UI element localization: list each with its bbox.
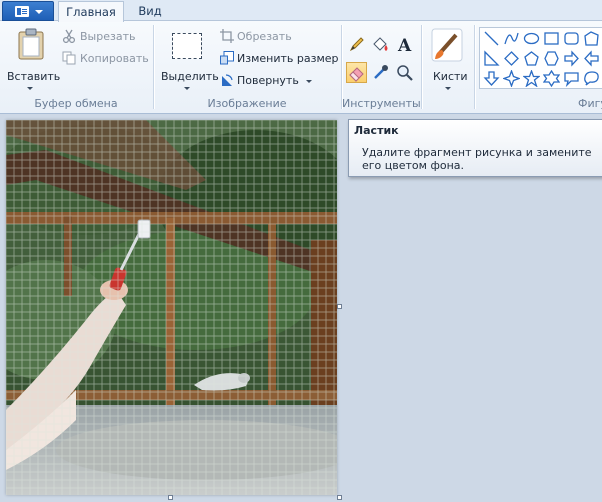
clipboard-group-label: Буфер обмена <box>34 97 118 110</box>
callout-rect-shape-icon[interactable] <box>563 70 580 87</box>
resize-handle-bottom[interactable] <box>168 495 173 500</box>
arrow-down-shape-icon[interactable] <box>483 70 500 87</box>
ribbon: Вставить Вырезать Копировать Буфер обмен… <box>0 21 602 114</box>
chevron-down-icon <box>27 87 33 90</box>
paste-button[interactable]: Вставить <box>4 25 60 91</box>
image-group-label: Изображение <box>207 97 287 110</box>
pentagon-shape-icon[interactable] <box>523 50 540 67</box>
fill-tool[interactable] <box>370 34 391 55</box>
selection-icon <box>172 33 202 59</box>
photo-bird-enclosure <box>6 120 337 495</box>
brushes-label: Кисти <box>433 70 468 83</box>
brush-icon <box>431 28 463 62</box>
file-menu-button[interactable] <box>2 1 54 21</box>
shapes-gallery <box>479 27 602 89</box>
color-picker-tool[interactable] <box>370 62 391 83</box>
crop-icon <box>220 29 234 43</box>
text-icon: A <box>397 36 412 56</box>
clipboard-icon <box>18 28 44 60</box>
crop-button[interactable]: Обрезать <box>218 28 298 46</box>
brushes-button[interactable]: Кисти <box>427 25 469 91</box>
fill-icon <box>373 37 388 51</box>
tools-group-label: Инструменты <box>342 97 421 110</box>
select-label: Выделить <box>161 70 219 83</box>
arrow-right-shape-icon[interactable] <box>563 50 580 67</box>
curve-shape-icon[interactable] <box>503 30 520 47</box>
triangle-shape-icon[interactable] <box>483 50 500 67</box>
resize-label: Изменить размер <box>237 52 339 65</box>
polygon-shape-icon[interactable] <box>583 30 600 47</box>
scissors-icon <box>62 29 76 43</box>
resize-icon <box>220 51 234 65</box>
paint-menu-icon <box>15 6 29 17</box>
chevron-down-icon <box>35 10 43 14</box>
tooltip-body: Удалите фрагмент рисунка и замените его … <box>362 146 592 172</box>
hexagon-shape-icon[interactable] <box>543 50 560 67</box>
tab-home[interactable]: Главная <box>58 1 124 22</box>
svg-text:A: A <box>397 36 412 54</box>
callout-oval-shape-icon[interactable] <box>583 70 600 87</box>
canvas-image[interactable] <box>6 120 337 495</box>
star-four-shape-icon[interactable] <box>503 70 520 87</box>
rounded-rectangle-shape-icon[interactable] <box>563 30 580 47</box>
resize-handle-right[interactable] <box>337 304 342 309</box>
shapes-group-label: Фигу <box>578 97 602 110</box>
copy-button[interactable]: Копировать <box>60 50 150 68</box>
eraser-icon <box>349 67 364 82</box>
group-separator <box>474 25 475 109</box>
line-shape-icon[interactable] <box>483 30 500 47</box>
rectangle-shape-icon[interactable] <box>543 30 560 47</box>
tab-strip: Главная Вид <box>0 0 602 22</box>
chevron-down-icon <box>184 87 190 90</box>
resize-handle-corner[interactable] <box>337 495 342 500</box>
tooltip-title: Ластик <box>354 124 399 137</box>
magnifier-icon <box>397 65 413 81</box>
group-separator <box>421 25 422 109</box>
pencil-tool[interactable] <box>346 34 367 55</box>
star-six-shape-icon[interactable] <box>543 70 560 87</box>
rotate-icon <box>222 74 233 86</box>
resize-button[interactable]: Изменить размер <box>218 50 339 68</box>
copy-icon <box>62 51 76 65</box>
eraser-tool[interactable] <box>346 62 367 83</box>
eraser-tooltip: Ластик Удалите фрагмент рисунка и замени… <box>348 119 602 177</box>
paste-label: Вставить <box>7 70 61 83</box>
oval-shape-icon[interactable] <box>523 30 540 47</box>
color-picker-icon <box>374 65 388 79</box>
crop-label: Обрезать <box>237 30 292 43</box>
star-five-shape-icon[interactable] <box>523 70 540 87</box>
rotate-label: Повернуть <box>237 74 299 87</box>
diamond-shape-icon[interactable] <box>503 50 520 67</box>
cut-label: Вырезать <box>80 30 136 43</box>
select-button[interactable]: Выделить <box>158 25 219 91</box>
chevron-down-icon <box>445 87 451 90</box>
pencil-icon <box>349 37 364 52</box>
cut-button[interactable]: Вырезать <box>60 28 140 46</box>
chevron-down-icon <box>306 80 312 83</box>
rotate-button[interactable]: Повернуть <box>218 72 318 90</box>
magnifier-tool[interactable] <box>394 62 415 83</box>
tab-view[interactable]: Вид <box>128 1 172 22</box>
arrow-left-shape-icon[interactable] <box>583 50 600 67</box>
copy-label: Копировать <box>80 52 149 65</box>
text-tool[interactable]: A <box>394 34 415 56</box>
